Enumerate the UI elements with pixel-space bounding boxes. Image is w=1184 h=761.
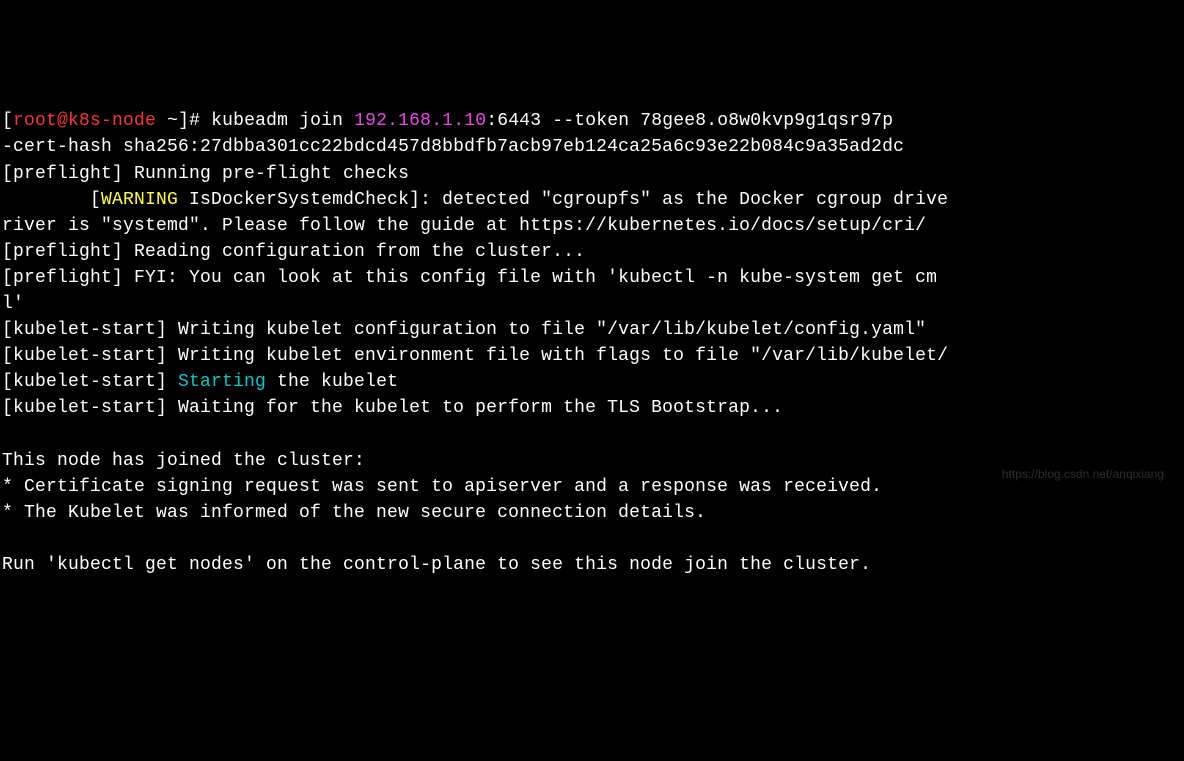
command-line2: -cert-hash sha256:27dbba301cc22bdcd457d8… xyxy=(2,137,904,157)
output-preflight-1: [preflight] Running pre-flight checks xyxy=(2,164,409,184)
output-kubelet-1: [kubelet-start] Writing kubelet configur… xyxy=(2,320,926,340)
prompt-close: ] xyxy=(178,111,189,131)
prompt-space2 xyxy=(200,111,211,131)
terminal[interactable]: [root@k8s-node ~]# kubeadm join 192.168.… xyxy=(2,108,1182,578)
prompt-symbol: # xyxy=(189,111,200,131)
output-river: river is "systemd". Please follow the gu… xyxy=(2,216,926,236)
output-kubelet-starting: Starting xyxy=(178,372,266,392)
output-preflight-3b: l' xyxy=(2,294,24,314)
output-joined-bullet-1: * Certificate signing request was sent t… xyxy=(2,477,882,497)
output-kubelet-2: [kubelet-start] Writing kubelet environm… xyxy=(2,346,948,366)
prompt-open: [ xyxy=(2,111,13,131)
warning-indent: [ xyxy=(2,190,101,210)
command-join: kubeadm join xyxy=(211,111,354,131)
output-kubelet-3-prefix: [kubelet-start] xyxy=(2,372,178,392)
output-preflight-2: [preflight] Reading configuration from t… xyxy=(2,242,585,262)
warning-rest: IsDockerSystemdCheck]: detected "cgroupf… xyxy=(178,190,948,210)
command-ip: 192.168.1.10 xyxy=(354,111,486,131)
output-kubelet-3-suffix: the kubelet xyxy=(266,372,398,392)
command-port: :6443 xyxy=(486,111,541,131)
prompt-cwd: ~ xyxy=(167,111,178,131)
command-flags: --token 78gee8.o8w0kvp9g1qsr97p xyxy=(541,111,893,131)
output-joined-header: This node has joined the cluster: xyxy=(2,451,365,471)
output-joined-bullet-2: * The Kubelet was informed of the new se… xyxy=(2,503,706,523)
warning-tag: WARNING xyxy=(101,190,178,210)
watermark: https://blog.csdn.net/anqixiang xyxy=(1002,466,1164,483)
prompt-space xyxy=(156,111,167,131)
output-preflight-3: [preflight] FYI: You can look at this co… xyxy=(2,268,937,288)
output-kubelet-4: [kubelet-start] Waiting for the kubelet … xyxy=(2,398,783,418)
prompt-user-host: root@k8s-node xyxy=(13,111,156,131)
output-final: Run 'kubectl get nodes' on the control-p… xyxy=(2,555,871,575)
